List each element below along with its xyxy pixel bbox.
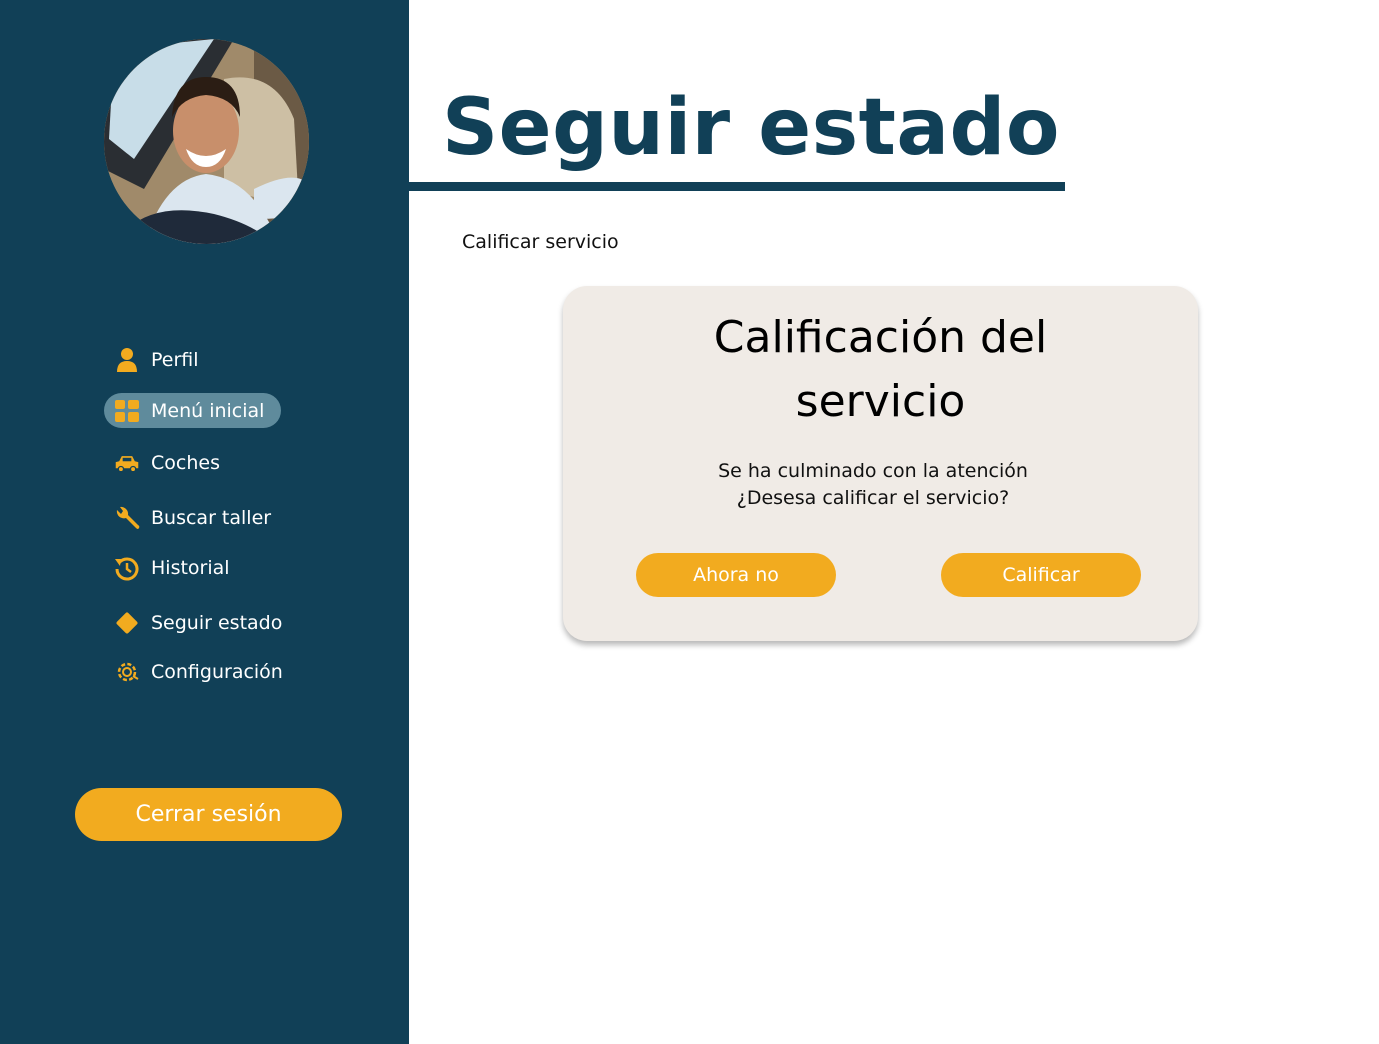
dialog-title-line2: servicio (795, 376, 966, 427)
dialog-title-line1: Calificación del (713, 312, 1048, 363)
rate-button[interactable]: Calificar (941, 553, 1141, 597)
sidebar-item-coches[interactable]: Coches (104, 445, 220, 480)
sidebar-item-buscar-taller[interactable]: Buscar taller (104, 500, 271, 535)
decline-button[interactable]: Ahora no (636, 553, 836, 597)
sidebar-item-historial[interactable]: Historial (104, 550, 230, 585)
user-icon (114, 347, 140, 373)
sidebar-item-label: Configuración (151, 660, 283, 683)
settings-icon (114, 659, 140, 685)
avatar[interactable] (104, 39, 309, 244)
sidebar-item-configuracion[interactable]: Configuración (104, 654, 283, 689)
page-title: Seguir estado (442, 83, 1060, 173)
sidebar-item-label: Buscar taller (151, 506, 272, 529)
sidebar-item-menu-inicial[interactable]: Menú inicial (104, 393, 281, 428)
sidebar-item-label: Coches (151, 451, 220, 474)
diamond-icon (114, 610, 140, 636)
sidebar-item-perfil[interactable]: Perfil (104, 342, 199, 377)
sidebar-item-label: Seguir estado (151, 611, 283, 634)
dialog-message: Se ha culminado con la atención ¿Desesa … (563, 458, 1183, 512)
logout-button[interactable]: Cerrar sesión (75, 788, 342, 841)
sidebar-item-seguir-estado[interactable]: Seguir estado (104, 605, 282, 640)
grid-icon (114, 398, 140, 424)
sidebar: Perfil Menú inicial Coches Buscar taller… (0, 0, 409, 1044)
dialog-message-line1: Se ha culminado con la atención (718, 460, 1028, 482)
dialog-title: Calificación del servicio (563, 306, 1198, 434)
sidebar-item-label: Perfil (151, 348, 199, 371)
car-icon (114, 450, 140, 476)
section-label: Calificar servicio (462, 231, 619, 253)
rating-dialog: Calificación del servicio Se ha culminad… (563, 286, 1198, 641)
dialog-message-line2: ¿Desesa calificar el servicio? (736, 487, 1010, 509)
history-icon (114, 555, 140, 581)
sidebar-item-label: Menú inicial (151, 399, 265, 422)
title-underline (409, 182, 1065, 191)
sidebar-item-label: Historial (151, 556, 230, 579)
wrench-icon (114, 505, 140, 531)
avatar-photo (104, 39, 309, 244)
